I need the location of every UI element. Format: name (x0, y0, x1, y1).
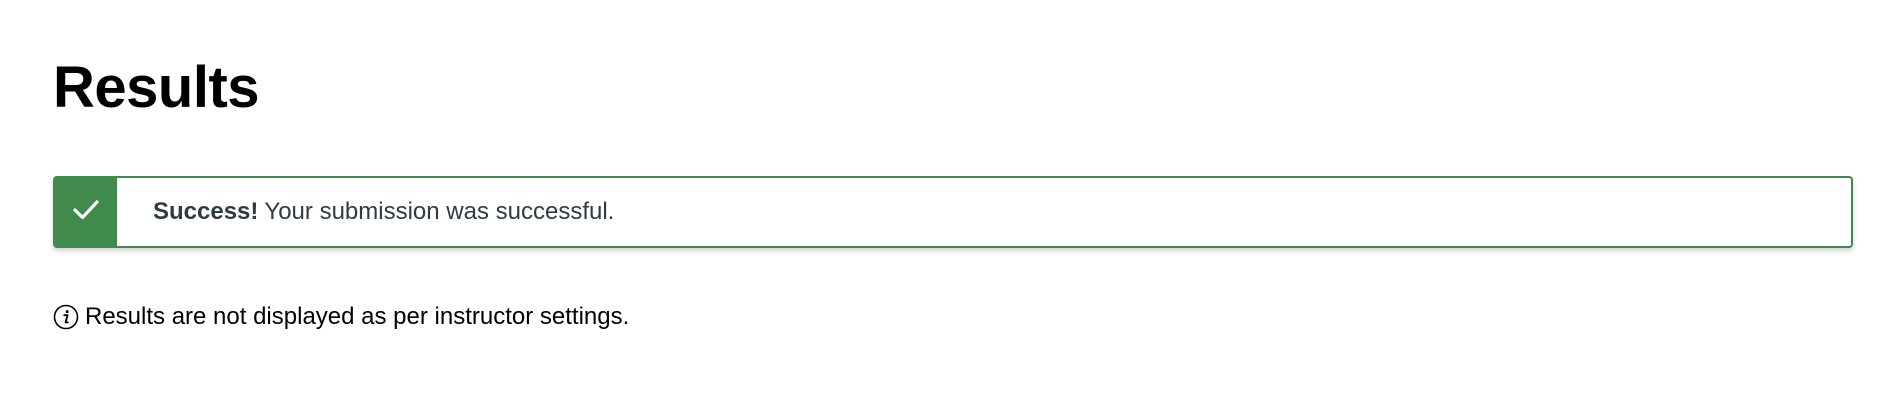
info-icon (53, 304, 79, 330)
results-info-notice: Results are not displayed as per instruc… (53, 303, 629, 331)
alert-message: Success! Your submission was successful. (117, 178, 614, 246)
alert-icon-box (55, 178, 117, 246)
checkmark-icon (72, 199, 100, 226)
info-text: Results are not displayed as per instruc… (85, 303, 630, 330)
alert-strong-text: Success! (153, 198, 259, 225)
results-page: Results Success! Your submission was suc… (0, 0, 1886, 400)
alert-message-text: Your submission was successful. (264, 198, 615, 225)
success-alert: Success! Your submission was successful. (53, 176, 1853, 248)
page-title: Results (53, 55, 260, 120)
